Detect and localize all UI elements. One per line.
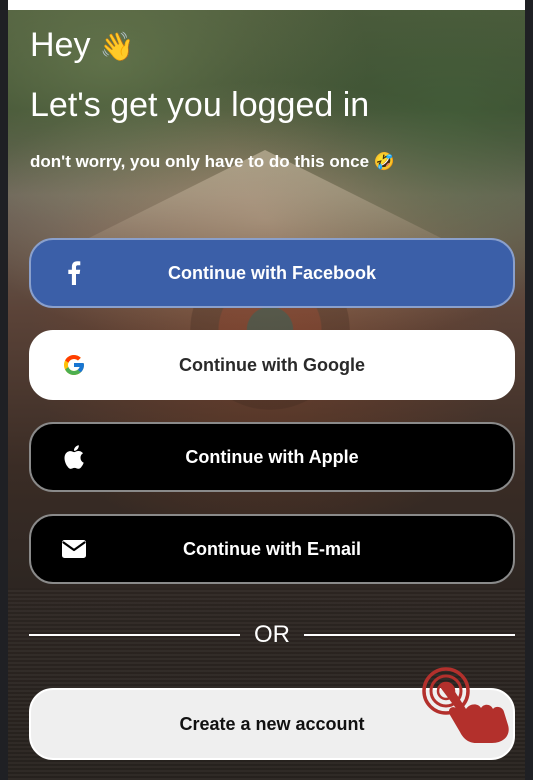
waving-hand-icon: 👋 (99, 31, 135, 62)
continue-with-facebook-button[interactable]: Continue with Facebook (29, 238, 515, 308)
or-divider: OR (29, 618, 515, 652)
google-button-label: Continue with Google (179, 354, 365, 375)
divider-line-left (29, 634, 240, 636)
login-content: Hey 👋 Let's get you logged in don't worr… (0, 0, 533, 780)
apple-icon (61, 444, 87, 470)
envelope-icon (61, 536, 87, 562)
facebook-icon (61, 260, 87, 286)
continue-with-email-button[interactable]: Continue with E-mail (29, 514, 515, 584)
email-button-label: Continue with E-mail (183, 538, 361, 559)
apple-button-label: Continue with Apple (185, 446, 359, 467)
continue-with-google-button[interactable]: Continue with Google (29, 330, 515, 400)
subtitle-text: don't worry, you only have to do this on… (30, 152, 370, 171)
create-account-label: Create a new account (179, 713, 365, 734)
subtitle: don't worry, you only have to do this on… (30, 152, 395, 172)
divider-label: OR (254, 621, 290, 648)
greeting-text: Hey (30, 26, 91, 64)
greeting-title: Hey 👋 (30, 26, 135, 65)
continue-with-apple-button[interactable]: Continue with Apple (29, 422, 515, 492)
rolling-laughing-icon: 🤣 (373, 152, 395, 171)
page-title: Let's get you logged in (30, 86, 370, 124)
login-screen: Hey 👋 Let's get you logged in don't worr… (0, 0, 533, 780)
tap-hand-icon (420, 665, 515, 745)
divider-line-right (304, 634, 515, 636)
facebook-button-label: Continue with Facebook (167, 262, 376, 283)
google-icon (61, 352, 87, 378)
